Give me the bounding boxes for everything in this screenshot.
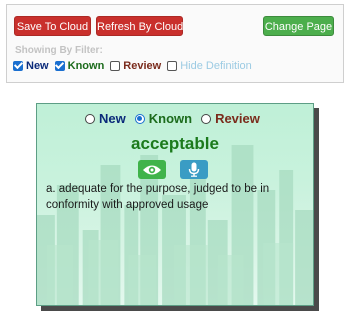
filter-new[interactable]: New (13, 60, 49, 72)
flashcard: New Known Review acceptable a. adequate … (36, 103, 314, 306)
vocabulary-word: acceptable (131, 134, 219, 153)
status-new-radio[interactable] (85, 113, 95, 124)
microphone-icon (188, 162, 200, 177)
filter-hide-definition[interactable]: Hide Definition (167, 60, 252, 72)
filter-review-label: Review (123, 60, 162, 72)
toolbar: Save To Cloud Refresh By Cloud Change Pa… (6, 4, 344, 83)
status-review[interactable]: Review (201, 111, 260, 126)
filter-known[interactable]: Known (54, 60, 105, 72)
show-definition-button[interactable] (138, 160, 166, 179)
status-new[interactable]: New (85, 111, 126, 126)
filter-known-checkbox[interactable] (54, 61, 65, 71)
status-review-label: Review (215, 111, 260, 126)
filter-review[interactable]: Review (110, 60, 161, 72)
status-known[interactable]: Known (134, 111, 193, 126)
status-known-radio[interactable] (134, 113, 145, 124)
filter-new-checkbox[interactable] (13, 61, 23, 71)
status-known-label: Known (148, 111, 193, 126)
eye-icon (143, 165, 161, 174)
definition-text: a. adequate for the purpose, judged to b… (46, 183, 270, 211)
filter-heading: Showing By Filter: (15, 45, 103, 56)
filter-known-label: Known (67, 60, 105, 72)
change-page-button[interactable]: Change Page (263, 16, 334, 36)
filter-hide-definition-checkbox[interactable] (167, 61, 178, 71)
status-radio-group: New Known Review (85, 111, 269, 126)
save-to-cloud-button[interactable]: Save To Cloud (14, 16, 91, 36)
pronounce-button[interactable] (180, 160, 208, 179)
status-review-radio[interactable] (201, 113, 212, 124)
filter-group: New Known Review Hide Definition (13, 60, 258, 72)
city-skyline-background (37, 145, 313, 305)
refresh-by-cloud-button[interactable]: Refresh By Cloud (96, 16, 183, 36)
status-new-label: New (99, 111, 126, 126)
filter-new-label: New (26, 60, 49, 72)
filter-hide-definition-label: Hide Definition (180, 60, 252, 72)
filter-review-checkbox[interactable] (110, 61, 121, 71)
